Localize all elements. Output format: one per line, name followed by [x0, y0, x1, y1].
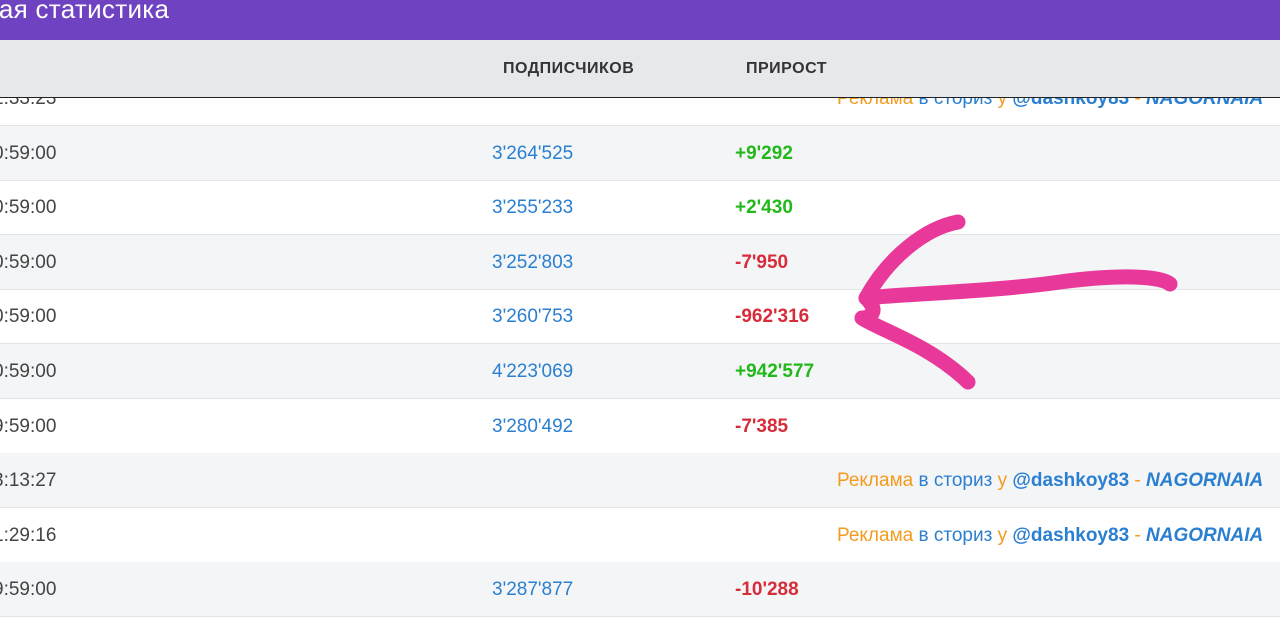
row-subscribers[interactable]: 3'260'753: [492, 306, 573, 328]
table-row: 0:59:00 3'252'803 -7'950: [0, 234, 1280, 290]
note-dash: -: [1134, 470, 1141, 492]
header-bar: мная статистика: [0, 0, 1280, 40]
row-time: 0:59:00: [0, 197, 57, 219]
row-subscribers[interactable]: 3'252'803: [492, 252, 573, 274]
page-title: мная статистика: [0, 0, 170, 24]
note-stories-word: в сториз: [918, 524, 993, 546]
row-subscribers[interactable]: 4'223'069: [492, 361, 573, 383]
row-growth: +942'577: [735, 361, 815, 382]
row-growth: -962'316: [735, 306, 810, 328]
row-subscribers[interactable]: 3'264'525: [492, 143, 573, 165]
row-growth: -7'950: [735, 251, 789, 273]
row-ad-note[interactable]: Реклама в сториз у @dashkoy83 - NAGORNAI…: [837, 470, 1263, 492]
row-growth: +2'430: [735, 197, 793, 219]
note-handle-link[interactable]: @dashkoy83: [1012, 525, 1129, 546]
row-growth: +9'292: [735, 142, 793, 164]
note-ad-word: Реклама: [837, 470, 914, 492]
note-dash: -: [1134, 524, 1141, 546]
row-time: 0:59:00: [0, 306, 57, 328]
row-ad-note[interactable]: Реклама в сториз у @dashkoy83 - NAGORNAI…: [837, 525, 1263, 547]
table-row: 0:59:00 4'223'069 +942'577: [0, 344, 1280, 399]
column-header-subscribers[interactable]: ПОДПИСЧИКОВ: [503, 60, 634, 78]
table-row: 0:59:00 3'264'525 +9'292: [0, 125, 1280, 181]
row-time: 1:29:16: [0, 524, 57, 546]
row-time: 9:59:00: [0, 579, 57, 601]
table-row: 3:13:27 Реклама в сториз у @dashkoy83 - N…: [0, 453, 1280, 509]
row-growth: -7'385: [735, 415, 789, 437]
note-handle-link[interactable]: @dashkoy83: [1012, 470, 1129, 491]
note-brand-link[interactable]: NAGORNAIA: [1146, 525, 1263, 546]
note-brand-link[interactable]: NAGORNAIA: [1146, 470, 1263, 491]
column-header-growth[interactable]: ПРИРОСТ: [746, 60, 827, 78]
row-subscribers[interactable]: 3'255'233: [492, 197, 573, 219]
note-at-word: у: [997, 470, 1008, 492]
row-time: 0:59:00: [0, 142, 57, 164]
row-time: 0:59:00: [0, 251, 57, 273]
row-subscribers[interactable]: 3'280'492: [492, 416, 573, 438]
row-time: 9:59:00: [0, 415, 57, 437]
row-subscribers[interactable]: 3'287'877: [492, 579, 573, 601]
row-growth: -10'288: [735, 579, 799, 601]
table-row: 1:29:16 Реклама в сториз у @dashkoy83 - N…: [0, 508, 1280, 563]
table-row: 9:59:00 3'280'492 -7'385: [0, 399, 1280, 454]
note-at-word: у: [997, 524, 1008, 546]
table-header: ПОДПИСЧИКОВ ПРИРОСТ: [0, 40, 1280, 98]
table-row: 0:59:00 3'255'233 +2'430: [0, 180, 1280, 236]
table-row: 0:59:00 3'260'753 -962'316: [0, 289, 1280, 345]
note-ad-word: Реклама: [837, 524, 914, 546]
note-stories-word: в сториз: [918, 470, 993, 492]
row-time: 3:13:27: [0, 470, 57, 492]
row-time: 0:59:00: [0, 361, 57, 382]
